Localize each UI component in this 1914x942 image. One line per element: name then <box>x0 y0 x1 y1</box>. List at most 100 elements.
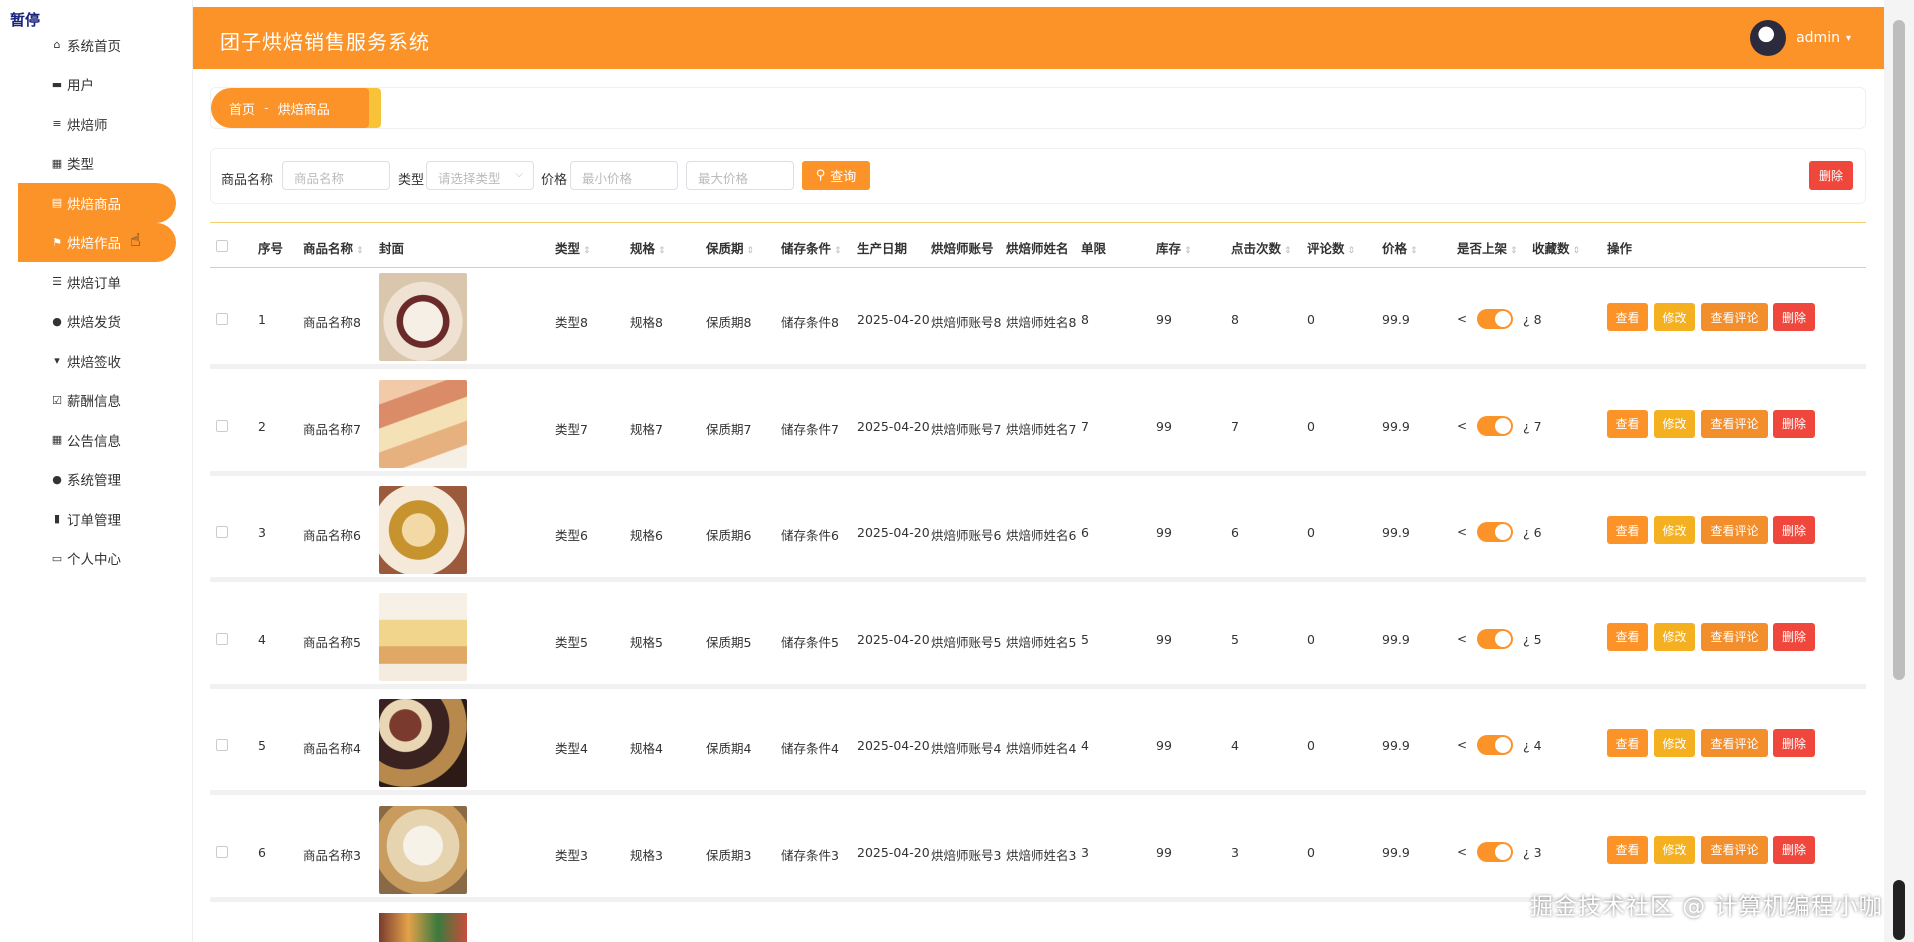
max-price-input[interactable]: 最大价格 <box>686 161 794 190</box>
col-price[interactable]: 价格 ⇕ <box>1382 238 1418 257</box>
sidebar-item-5[interactable]: ⚑ 烘焙作品 ☝ <box>18 222 176 262</box>
avatar[interactable] <box>1750 20 1787 56</box>
view-button[interactable]: 查看 <box>1607 729 1648 757</box>
row-checkbox[interactable] <box>216 845 228 858</box>
table-row[interactable]: 5 商品名称4 类型4 规格4 保质期4 储存条件4 2025-04-20 烘焙师账号4 烘焙师… <box>210 694 1866 795</box>
cover-image[interactable] <box>379 699 467 787</box>
delete-button[interactable]: 删除 <box>1773 835 1815 864</box>
delete-button[interactable]: 删除 <box>1773 516 1815 544</box>
col-baker-account[interactable]: 烘焙师账号 <box>931 238 994 257</box>
col-type[interactable]: 类型 ⇕ <box>555 238 591 257</box>
row-checkbox[interactable] <box>216 739 228 751</box>
delete-button[interactable]: 删除 <box>1773 622 1815 651</box>
col-baker-name[interactable]: 烘焙师姓名 <box>1006 238 1069 257</box>
on-sale-toggle[interactable] <box>1477 628 1513 649</box>
col-limit[interactable]: 单限 <box>1081 238 1106 257</box>
delete-button[interactable]: 删除 <box>1773 409 1815 438</box>
row-checkbox[interactable] <box>216 419 228 432</box>
col-name[interactable]: 商品名称 ⇕ <box>303 238 364 257</box>
share-icon[interactable]: < <box>1457 632 1467 646</box>
caret-down-icon[interactable]: ▾ <box>1846 33 1851 44</box>
view-comments-button[interactable]: 查看评论 <box>1701 622 1768 651</box>
delete-button[interactable]: 删除 <box>1773 729 1815 757</box>
table-row[interactable]: 3 商品名称6 类型6 规格6 保质期6 储存条件6 2025-04-20 烘焙师账号6 烘焙师… <box>210 481 1866 582</box>
cell-storage: 储存条件8 <box>781 315 839 330</box>
sidebar-item-6[interactable]: ☰ 烘焙订单 <box>18 262 176 302</box>
on-sale-toggle[interactable] <box>1477 309 1513 329</box>
min-price-input[interactable]: 最小价格 <box>570 161 678 190</box>
search-button[interactable]: ⚲ 查询 <box>802 161 870 190</box>
cover-image[interactable] <box>379 592 467 681</box>
col-comments[interactable]: 评论数 ⇕ <box>1307 238 1355 257</box>
name-filter-input[interactable]: 商品名称 <box>282 161 390 190</box>
cover-image[interactable] <box>379 273 467 361</box>
edit-button[interactable]: 修改 <box>1654 729 1695 757</box>
on-sale-toggle[interactable] <box>1477 415 1513 436</box>
vertical-scrollbar[interactable] <box>1884 0 1914 942</box>
col-stock[interactable]: 库存 ⇕ <box>1156 238 1192 257</box>
view-comments-button[interactable]: 查看评论 <box>1701 303 1768 331</box>
share-icon[interactable]: < <box>1457 845 1467 859</box>
sidebar-item-9[interactable]: ☑ 薪酬信息 <box>18 381 176 421</box>
col-favorites[interactable]: 收藏数 ⇕ <box>1532 238 1580 257</box>
username[interactable]: admin <box>1796 30 1840 46</box>
user-menu[interactable]: admin ▾ <box>1750 20 1851 56</box>
share-icon[interactable]: < <box>1457 525 1467 539</box>
share-icon[interactable]: < <box>1457 738 1467 752</box>
col-storage[interactable]: 储存条件 ⇕ <box>781 238 842 257</box>
col-on-sale[interactable]: 是否上架 ⇕ <box>1457 238 1518 257</box>
view-button[interactable]: 查看 <box>1607 516 1648 544</box>
view-comments-button[interactable]: 查看评论 <box>1701 729 1768 757</box>
edit-button[interactable]: 修改 <box>1654 516 1695 544</box>
sidebar-item-12[interactable]: ▮ 订单管理 <box>18 499 176 539</box>
edit-button[interactable]: 修改 <box>1654 303 1695 331</box>
col-date[interactable]: 生产日期 <box>857 238 907 257</box>
type-filter-select[interactable]: 请选择类型 ⌵ <box>426 161 534 190</box>
cover-image[interactable] <box>379 379 467 468</box>
sidebar-item-0[interactable]: ⌂ 系统首页 <box>18 25 176 65</box>
sidebar-item-4[interactable]: ▤ 烘焙商品 <box>18 183 176 223</box>
delete-button[interactable]: 删除 <box>1773 303 1815 331</box>
breadcrumb-home[interactable]: 首页 <box>229 99 255 118</box>
cell-limit: 5 <box>1081 631 1089 647</box>
view-button[interactable]: 查看 <box>1607 303 1648 331</box>
row-checkbox[interactable] <box>216 632 228 645</box>
on-sale-toggle[interactable] <box>1477 841 1513 862</box>
select-all-checkbox[interactable] <box>216 240 228 252</box>
cover-image[interactable] <box>379 805 467 894</box>
bulk-delete-button[interactable]: 删除 <box>1809 161 1853 190</box>
share-icon[interactable]: < <box>1457 312 1467 326</box>
col-clicks[interactable]: 点击次数 ⇕ <box>1231 238 1292 257</box>
sidebar-item-10[interactable]: ▦ 公告信息 <box>18 420 176 460</box>
view-button[interactable]: 查看 <box>1607 622 1648 651</box>
table-row[interactable]: 2 商品名称7 类型7 规格7 保质期7 储存条件7 2025-04-20 烘焙师账号7 烘焙师… <box>210 374 1866 476</box>
view-button[interactable]: 查看 <box>1607 835 1648 864</box>
sidebar-item-11[interactable]: ● 系统管理 <box>18 460 176 500</box>
edit-button[interactable]: 修改 <box>1654 409 1695 438</box>
sidebar-item-3[interactable]: ▦ 类型 <box>18 144 176 184</box>
cover-image[interactable] <box>379 486 467 574</box>
col-shelf[interactable]: 保质期 ⇕ <box>706 238 754 257</box>
row-checkbox[interactable] <box>216 313 228 325</box>
table-row[interactable]: 1 商品名称8 类型8 规格8 保质期8 储存条件8 2025-04-20 烘焙师账号8 烘焙师… <box>210 268 1866 369</box>
sidebar-item-1[interactable]: ▬ 用户 <box>18 65 176 105</box>
sidebar-item-13[interactable]: ▭ 个人中心 <box>18 539 176 579</box>
view-comments-button[interactable]: 查看评论 <box>1701 835 1768 864</box>
on-sale-toggle[interactable] <box>1477 522 1513 542</box>
col-spec[interactable]: 规格 ⇕ <box>630 238 666 257</box>
sidebar-item-8[interactable]: ▾ 烘焙签收 <box>18 341 176 381</box>
on-sale-toggle[interactable] <box>1477 735 1513 755</box>
row-checkbox[interactable] <box>216 526 228 538</box>
edit-button[interactable]: 修改 <box>1654 835 1695 864</box>
edit-button[interactable]: 修改 <box>1654 622 1695 651</box>
sidebar-item-2[interactable]: ≡ 烘焙师 <box>18 104 176 144</box>
scrollbar-handle[interactable] <box>1893 880 1905 940</box>
pointer-cursor-icon: ☝ <box>130 229 141 251</box>
sidebar-item-7[interactable]: ● 烘焙发货 <box>18 302 176 342</box>
table-row[interactable]: 4 商品名称5 类型5 规格5 保质期5 储存条件5 2025-04-20 烘焙师账号5 烘焙师… <box>210 587 1866 689</box>
view-comments-button[interactable]: 查看评论 <box>1701 409 1768 438</box>
scrollbar-thumb[interactable] <box>1893 20 1905 680</box>
share-icon[interactable]: < <box>1457 419 1467 433</box>
view-button[interactable]: 查看 <box>1607 409 1648 438</box>
view-comments-button[interactable]: 查看评论 <box>1701 516 1768 544</box>
